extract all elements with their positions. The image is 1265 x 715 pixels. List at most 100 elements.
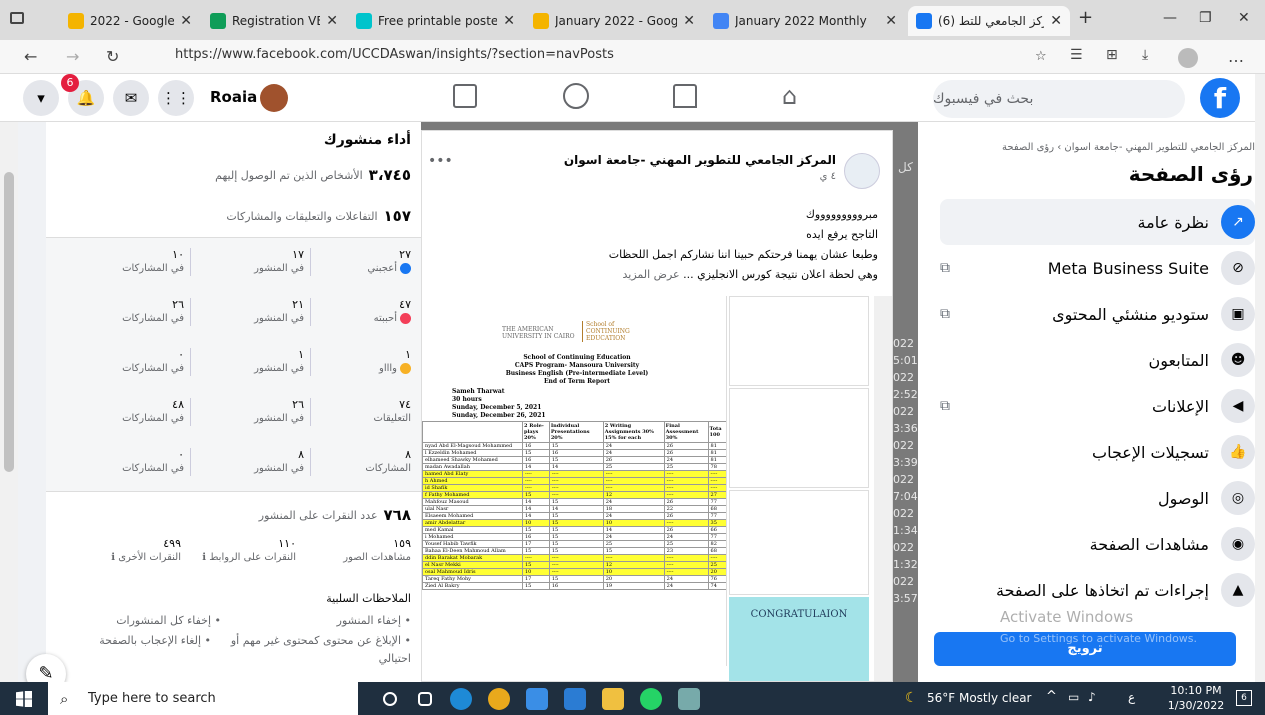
thumb-congrats[interactable]: CONGRATULAION [729,597,869,681]
messenger-icon[interactable]: ✉ [113,80,149,116]
tab-close-icon[interactable]: ✕ [885,13,897,29]
weather-text[interactable]: 56°F Mostly clear [927,691,1032,705]
tray-chevron-icon[interactable]: ^ [1046,689,1057,704]
sidebar-item[interactable]: ☻ المتابعون [940,337,1255,383]
thumb-1[interactable] [729,296,869,386]
search-input[interactable]: بحث في فيسبوك [933,80,1185,118]
read-aloud-icon[interactable]: ☆ [1035,49,1047,64]
clock-date[interactable]: 1/30/2022 [1166,699,1226,712]
external-link-icon[interactable]: ⧉ [940,306,950,322]
profile-name[interactable]: Roaia [210,88,257,106]
reaction-label: أعجبني [367,263,397,274]
table-row: nyad Abd El-Magsoud Mohammed 16 15 24 26 81 [422,442,726,450]
see-more-link[interactable]: عرض المزيد [623,268,680,281]
profile-avatar-small[interactable] [260,84,288,112]
table-cell: amir Abdelattar [422,519,523,527]
network-icon[interactable]: ▭ [1068,690,1079,704]
table-cell: 24 [602,512,665,520]
tab-close-icon[interactable]: ✕ [1050,13,1062,29]
store-icon[interactable] [526,688,548,710]
left-scrollbar[interactable] [0,122,18,682]
downloads-icon[interactable]: ⤓ [1142,47,1148,63]
sidebar-item[interactable]: ◎ الوصول [940,475,1255,521]
taskbar-search[interactable]: ⌕ Type here to search [48,682,358,715]
list-date-fragment: 3:39 [893,456,918,469]
browser-tab[interactable]: Registration VEST R1 € ✕ [202,6,346,36]
tab-close-icon[interactable]: ✕ [326,13,338,29]
account-menu-icon[interactable]: ▾ [23,80,59,116]
reload-icon[interactable]: ↻ [106,47,119,66]
sidebar-item[interactable]: ◉ مشاهدات الصفحة [940,521,1255,567]
back-icon[interactable]: ← [24,47,37,66]
sidebar-item[interactable]: ↗ نظرة عامة [940,199,1255,245]
post-image-report[interactable]: THE AMERICAN UNIVERSITY IN CAIRO School … [422,296,727,666]
new-tab-button[interactable]: + [1078,7,1093,28]
breakdown-label: في المنشور [254,413,304,424]
tab-close-icon[interactable]: ✕ [180,13,192,29]
page-scrollbar[interactable] [1255,74,1265,682]
breadcrumb[interactable]: المركز الجامعي للتطوير المهني -جامعة اسو… [1002,142,1255,153]
table-cell: 14 [602,526,665,534]
favorites-icon[interactable]: ☰ [1070,47,1083,63]
mail-icon[interactable] [564,688,586,710]
taskview-icon[interactable] [418,692,432,706]
page-avatar[interactable] [844,153,880,189]
menu-grid-icon[interactable]: ⋮⋮ [158,80,194,116]
restore-icon[interactable]: ❐ [1199,10,1212,26]
table-cell: f Fathy Mohamed [422,491,523,499]
cortana-icon[interactable] [383,692,397,706]
explorer-icon[interactable] [602,688,624,710]
windows-start-icon[interactable] [16,691,32,707]
external-link-icon[interactable]: ⧉ [940,398,950,414]
table-cell: 24 [602,498,665,506]
table-cell: Zied Al Bakry [422,582,523,590]
pages-icon[interactable] [453,84,477,108]
breakdown-value: ٠ [178,448,184,461]
scroll-thumb[interactable] [4,172,14,472]
sidebar-item[interactable]: ◀ الإعلانات ⧉ [940,383,1255,429]
home-icon[interactable]: ⌂ [782,82,797,110]
table-cell: ---- [548,491,604,499]
marketplace-icon[interactable] [673,84,697,108]
language-indicator[interactable]: ع [1128,690,1135,704]
external-link-icon[interactable]: ⧉ [940,260,950,276]
sidebar-item[interactable]: 👍 تسجيلات الإعجاب [940,429,1255,475]
browser-tab[interactable]: 2022 - Google Drive ✕ [60,6,200,36]
groups-icon[interactable] [563,83,589,109]
post-page-name[interactable]: المركز الجامعي للتطوير المهني -جامعة اسو… [564,153,836,167]
chrome-icon[interactable] [488,688,510,710]
close-window-icon[interactable]: ✕ [1238,10,1250,26]
browser-tab[interactable]: Free printable poster ✕ [348,6,523,36]
reaction-breakdown-cell: ٠ في المشاركات [122,448,191,476]
clock-time[interactable]: 10:10 PM [1166,684,1226,697]
post-time[interactable]: ٤ ي [820,171,836,182]
sidebar-item[interactable]: ⊘ Meta Business Suite ⧉ [940,245,1255,291]
post-more-icon[interactable]: ••• [428,153,453,169]
forward-icon[interactable]: → [66,47,79,66]
profile-avatar[interactable] [1178,48,1198,68]
thumb-3[interactable] [729,490,869,595]
sidebar-item[interactable]: ▣ ستوديو منشئي المحتوى ⧉ [940,291,1255,337]
tab-close-icon[interactable]: ✕ [683,13,695,29]
volume-icon[interactable]: ♪ [1088,690,1096,704]
reaction-total: ٢٧ [399,248,411,261]
table-cell: ---- [602,477,665,485]
browser-tab[interactable]: January 2022 - Googl ✕ [525,6,703,36]
url-field[interactable]: https://www.facebook.com/UCCDAswan/insig… [175,47,614,62]
minimize-icon[interactable]: — [1163,10,1177,26]
facebook-logo[interactable]: f [1200,78,1240,118]
collections-icon[interactable]: ⊞ [1106,47,1118,63]
sidebar-item[interactable]: ▲ إجراءات تم اتخاذها على الصفحة [940,567,1255,613]
action-center-icon[interactable]: 6 [1236,690,1252,706]
tab-close-icon[interactable]: ✕ [503,13,515,29]
table-cell: 16 [548,449,604,457]
photos-icon[interactable] [678,688,700,710]
tab-actions-icon[interactable] [10,12,24,24]
more-icon[interactable]: … [1228,47,1244,66]
browser-tab[interactable]: January 2022 Monthly ✕ [705,6,905,36]
browser-tab[interactable]: (6) المركز الجامعي للتط ✕ [908,6,1070,36]
reaction-breakdown-cell: ١٠ في المشاركات [122,248,191,276]
whatsapp-icon[interactable] [640,688,662,710]
edge-icon[interactable] [450,688,472,710]
thumb-2[interactable] [729,388,869,488]
